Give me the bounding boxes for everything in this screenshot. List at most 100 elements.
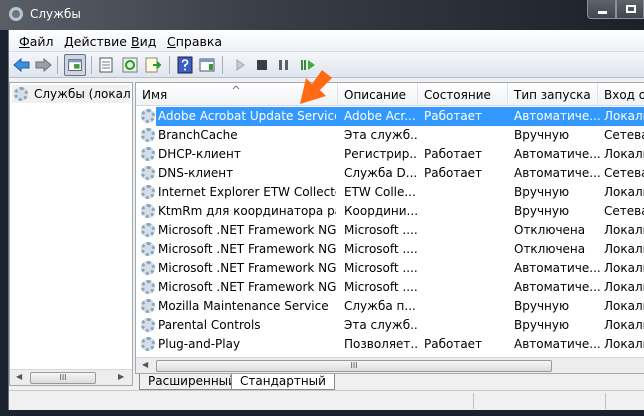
service-name: Microsoft .NET Framework NGE... bbox=[158, 261, 336, 275]
list-horizontal-scrollbar[interactable]: ◀ III bbox=[136, 357, 644, 373]
show-hide-console-tree-icon[interactable] bbox=[64, 54, 86, 76]
services-list: Имя Описание Состояние Тип запуска Вход … bbox=[135, 82, 644, 374]
tree-item-services-local[interactable]: Службы (локалы bbox=[12, 85, 130, 103]
service-gear-icon bbox=[141, 337, 155, 351]
service-startup-type: Вручную bbox=[514, 299, 570, 313]
status-divider bbox=[605, 393, 606, 409]
table-row[interactable]: DNS-клиент Служба D... Работает Автоматиче.… bbox=[136, 164, 644, 183]
service-description: Служба п... bbox=[344, 299, 416, 313]
scroll-left-icon[interactable]: ◀ bbox=[142, 360, 148, 369]
service-startup-type: Автоматиче... bbox=[514, 280, 600, 294]
table-row[interactable]: Plug-and-Play Позволяет... Работает Автомат… bbox=[136, 335, 644, 354]
service-log-on-as: Локаль bbox=[604, 318, 644, 332]
service-gear-icon bbox=[141, 261, 155, 275]
column-header-description[interactable]: Описание bbox=[338, 83, 418, 106]
action-pane-icon[interactable] bbox=[198, 56, 216, 74]
service-status: Работает bbox=[424, 337, 483, 351]
tab-extended[interactable]: Расширенный bbox=[139, 374, 245, 390]
service-gear-icon bbox=[141, 299, 155, 313]
mouse-cursor-arrow-icon bbox=[300, 70, 332, 104]
start-service-icon[interactable] bbox=[231, 56, 249, 74]
service-log-on-as: Локаль bbox=[604, 299, 644, 313]
export-list-icon[interactable] bbox=[144, 56, 162, 74]
refresh-icon[interactable] bbox=[121, 56, 139, 74]
table-row[interactable]: Microsoft .NET Framework NGE... Microsoft… bbox=[136, 259, 644, 278]
scroll-thumb[interactable]: III bbox=[156, 360, 552, 372]
service-log-on-as: Локаль bbox=[604, 280, 644, 294]
service-log-on-as: Локаль bbox=[604, 261, 644, 275]
table-row[interactable]: Parental Controls Эта служб... Вручную Лока… bbox=[136, 316, 644, 335]
service-gear-icon bbox=[141, 185, 155, 199]
service-status: Работает bbox=[424, 147, 483, 161]
service-startup-type: Вручную bbox=[514, 318, 570, 332]
toolbar-separator bbox=[169, 56, 170, 74]
service-name: Internet Explorer ETW Collector ... bbox=[158, 185, 336, 199]
service-gear-icon bbox=[141, 128, 155, 142]
table-row[interactable]: Microsoft .NET Framework NGE... Microsoft… bbox=[136, 221, 644, 240]
service-name: Adobe Acrobat Update Service bbox=[158, 109, 336, 123]
title-bar: Службы bbox=[0, 0, 644, 30]
service-gear-icon bbox=[141, 242, 155, 256]
tree-item-label: Службы (локалы bbox=[34, 87, 130, 101]
service-description: Microsoft .... bbox=[344, 280, 418, 294]
stop-service-icon[interactable] bbox=[253, 56, 271, 74]
table-row[interactable]: BranchCache Эта служб... Вручную Сетевая bbox=[136, 126, 644, 145]
toolbar-separator bbox=[222, 56, 223, 74]
service-gear-icon bbox=[141, 223, 155, 237]
tab-standard[interactable]: Стандартный bbox=[231, 374, 335, 390]
service-description: Adobe Acr... bbox=[344, 109, 416, 123]
service-gear-icon bbox=[141, 109, 155, 123]
service-name: Microsoft .NET Framework NGE... bbox=[158, 223, 336, 237]
table-row[interactable]: Microsoft .NET Framework NGE... Microsoft… bbox=[136, 278, 644, 297]
service-log-on-as: Локаль bbox=[604, 337, 644, 351]
column-header-log-on-as[interactable]: Вход от bbox=[598, 83, 644, 106]
service-name: Parental Controls bbox=[158, 318, 261, 332]
service-name: KtmRm для координатора рас... bbox=[158, 204, 336, 218]
service-startup-type: Отключена bbox=[514, 242, 586, 256]
scroll-right-icon[interactable]: ▶ bbox=[118, 372, 124, 381]
service-startup-type: Автоматиче... bbox=[514, 166, 600, 180]
menu-action[interactable]: Действие bbox=[64, 34, 127, 49]
service-name: Microsoft .NET Framework NGE... bbox=[158, 242, 336, 256]
back-arrow-icon[interactable] bbox=[13, 56, 31, 74]
service-log-on-as: Локаль bbox=[604, 185, 644, 199]
pause-service-icon[interactable] bbox=[275, 56, 293, 74]
maximize-icon bbox=[626, 5, 636, 13]
toolbar-separator bbox=[91, 56, 92, 74]
help-icon[interactable] bbox=[176, 56, 194, 74]
service-description: Эта служб... bbox=[344, 318, 418, 332]
table-row[interactable]: Microsoft .NET Framework NGE... Microsoft… bbox=[136, 240, 644, 259]
scroll-left-icon[interactable]: ◀ bbox=[16, 372, 22, 381]
service-description: Служба D... bbox=[344, 166, 418, 180]
console-tree: Службы (локалы ◀ III ▶ bbox=[9, 82, 133, 386]
table-row[interactable]: Mozilla Maintenance Service Служба п... Вр… bbox=[136, 297, 644, 316]
toolbar-separator bbox=[57, 56, 58, 74]
properties-icon[interactable] bbox=[97, 56, 115, 74]
table-row[interactable]: Internet Explorer ETW Collector ... ETW C… bbox=[136, 183, 644, 202]
tree-horizontal-scrollbar[interactable]: ◀ III ▶ bbox=[10, 369, 132, 385]
column-header-startup-type[interactable]: Тип запуска bbox=[508, 83, 598, 106]
table-row[interactable]: DHCP-клиент Регистрир... Работает Автоматич… bbox=[136, 145, 644, 164]
maximize-button[interactable] bbox=[616, 0, 644, 19]
service-description: ETW Colle... bbox=[344, 185, 416, 199]
service-gear-icon bbox=[141, 166, 155, 180]
service-log-on-as: Сетевая bbox=[604, 166, 644, 180]
status-bar bbox=[9, 390, 644, 410]
menu-file[interactable]: Файл bbox=[19, 34, 54, 49]
forward-arrow-icon[interactable] bbox=[34, 56, 52, 74]
list-header: Имя Описание Состояние Тип запуска Вход … bbox=[136, 83, 644, 106]
service-startup-type: Автоматиче... bbox=[514, 147, 600, 161]
scroll-thumb[interactable]: III bbox=[30, 372, 96, 384]
column-header-status[interactable]: Состояние bbox=[418, 83, 508, 106]
table-row[interactable]: Adobe Acrobat Update Service Adobe Acr...… bbox=[136, 107, 644, 126]
view-tabs: Расширенный Стандартный bbox=[135, 374, 644, 390]
minimize-button[interactable] bbox=[587, 0, 616, 19]
service-name: Plug-and-Play bbox=[158, 337, 241, 351]
menu-help[interactable]: Справка bbox=[167, 34, 222, 49]
service-log-on-as: Локаль bbox=[604, 109, 644, 123]
service-startup-type: Автоматиче... bbox=[514, 109, 600, 123]
table-row[interactable]: KtmRm для координатора рас... Координи...… bbox=[136, 202, 644, 221]
menu-view[interactable]: Вид bbox=[131, 34, 156, 49]
service-name: BranchCache bbox=[158, 128, 238, 142]
service-log-on-as: Сетевая bbox=[604, 204, 644, 218]
